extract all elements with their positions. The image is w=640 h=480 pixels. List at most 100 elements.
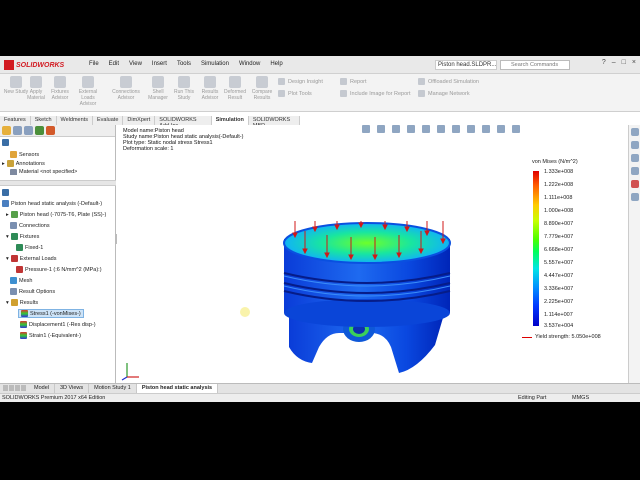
tree-study[interactable]: Piston head static analysis (-Default-) xyxy=(2,200,102,207)
tab-model[interactable]: Model xyxy=(29,384,55,393)
menu-edit[interactable]: Edit xyxy=(104,61,124,67)
panel-splitter[interactable] xyxy=(0,180,116,186)
status-bar: SOLIDWORKS Premium 2017 x64 Edition Edit… xyxy=(0,393,640,402)
tree-annotations[interactable]: ▸ Annotations xyxy=(2,160,45,167)
compare-icon xyxy=(256,76,268,88)
report-button[interactable]: Report xyxy=(340,78,367,85)
fixtures-advisor-button[interactable]: Fixtures Advisor xyxy=(46,76,74,101)
close-button[interactable]: × xyxy=(632,59,636,66)
section-view-icon[interactable] xyxy=(407,125,415,133)
shell-manager-button[interactable]: Shell Manager xyxy=(144,76,172,101)
tab-static-analysis[interactable]: Piston head static analysis xyxy=(136,384,219,393)
tree-material[interactable]: Material <not specified> xyxy=(10,169,77,175)
edit-appearance-icon[interactable] xyxy=(467,125,475,133)
shell-icon xyxy=(152,76,164,88)
tab-sketch[interactable]: Sketch xyxy=(30,116,57,125)
tab-features[interactable]: Features xyxy=(0,116,31,125)
display-style-icon[interactable] xyxy=(437,125,445,133)
help-button[interactable]: ? xyxy=(602,59,606,66)
menu-window[interactable]: Window xyxy=(234,61,265,67)
zoom-area-icon[interactable] xyxy=(377,125,385,133)
deformed-result-button[interactable]: Deformed Result xyxy=(221,76,249,101)
graphics-viewport[interactable]: Model name:Piston head Study name:Piston… xyxy=(117,125,625,383)
search-commands-input[interactable]: Search Commands xyxy=(500,60,570,70)
tree-fixed-1[interactable]: Fixed-1 xyxy=(16,244,43,251)
tree-strain1[interactable]: Strain1 (-Equivalent-) xyxy=(20,332,81,339)
menu-file[interactable]: File xyxy=(84,61,104,67)
zoom-fit-icon[interactable] xyxy=(362,125,370,133)
maximize-button[interactable]: □ xyxy=(622,59,626,66)
manage-network-button[interactable]: Manage Network xyxy=(418,90,470,97)
view-orientation-icon[interactable] xyxy=(422,125,430,133)
tree-sensors[interactable]: Sensors xyxy=(10,151,39,158)
hide-show-icon[interactable] xyxy=(452,125,460,133)
filter-icon[interactable] xyxy=(2,139,9,146)
tree-stress1[interactable]: Stress1 (-vonMises-) xyxy=(18,309,84,318)
connections-advisor-button[interactable]: Connections Advisor xyxy=(112,76,140,101)
previous-view-icon[interactable] xyxy=(392,125,400,133)
tree-pressure-1[interactable]: Pressure-1 (:6 N/mm^2 (MPa):) xyxy=(16,266,102,273)
tab-evaluate[interactable]: Evaluate xyxy=(92,116,124,125)
run-study-button[interactable]: Run This Study xyxy=(170,76,198,101)
tree-result-options[interactable]: Result Options xyxy=(10,288,55,295)
tree-results[interactable]: ▾ Results xyxy=(6,299,38,306)
dimxpert-icon[interactable] xyxy=(35,126,44,135)
home-icon[interactable] xyxy=(630,128,639,136)
solidworks-logo[interactable]: SOLIDWORKS xyxy=(4,59,64,71)
legend-value: 1.222e+008 xyxy=(544,182,574,188)
menu-tools[interactable]: Tools xyxy=(172,61,196,67)
panel-tabs xyxy=(0,125,115,137)
plot-tools-button[interactable]: Plot Tools xyxy=(278,90,312,97)
document-name[interactable]: Piston head.SLDPR... xyxy=(435,60,497,70)
view-settings-icon[interactable] xyxy=(497,125,505,133)
tab-3d-views[interactable]: 3D Views xyxy=(55,384,90,393)
include-image-button[interactable]: Include Image for Report xyxy=(340,90,411,97)
tree-fixtures[interactable]: ▾ Fixtures xyxy=(6,233,39,240)
tree-connections[interactable]: Connections xyxy=(10,222,50,229)
piston-stress-model[interactable] xyxy=(267,221,467,391)
legend-value: 2.225e+007 xyxy=(544,299,574,305)
tab-dimxpert[interactable]: DimXpert xyxy=(123,116,156,125)
tab-motion-study-1[interactable]: Motion Study 1 xyxy=(89,384,137,393)
menu-insert[interactable]: Insert xyxy=(147,61,172,67)
legend-value: 5.557e+007 xyxy=(544,260,574,266)
compare-results-button[interactable]: Compare Results xyxy=(248,76,276,101)
tab-weldments[interactable]: Weldments xyxy=(56,116,93,125)
tab-addins[interactable]: SOLIDWORKS Add-Ins xyxy=(155,116,212,129)
custom-properties-icon[interactable] xyxy=(630,193,639,201)
tree-displacement1[interactable]: Displacement1 (-Res disp-) xyxy=(20,321,96,328)
tab-simulation[interactable]: Simulation xyxy=(211,116,249,125)
appearances-icon[interactable] xyxy=(630,180,639,188)
stress-legend[interactable]: von Mises (N/m^2) 1.333e+008 1.222e+008 … xyxy=(522,159,622,340)
stress-plot-icon xyxy=(21,310,28,317)
tree-mesh[interactable]: Mesh xyxy=(10,277,32,284)
insight-icon xyxy=(278,78,285,85)
menu-simulation[interactable]: Simulation xyxy=(196,61,234,67)
bottom-tabs: Model 3D Views Motion Study 1 Piston hea… xyxy=(0,383,640,393)
display-pane-icon[interactable] xyxy=(512,125,520,133)
menu-help[interactable]: Help xyxy=(265,61,287,67)
yield-strength-text: Yield strength: 5.050e+008 xyxy=(535,334,601,340)
feature-tree-icon[interactable] xyxy=(2,126,11,135)
scene-icon[interactable] xyxy=(482,125,490,133)
minimize-button[interactable]: – xyxy=(612,59,616,66)
unit-system[interactable]: MMGS xyxy=(572,395,589,401)
plot-info: Model name:Piston head Study name:Piston… xyxy=(123,128,243,152)
tree-external-loads[interactable]: ▾ External Loads xyxy=(6,255,56,262)
external-loads-advisor-button[interactable]: External Loads Advisor xyxy=(74,76,102,107)
legend-value: 6.668e+007 xyxy=(544,247,574,253)
resources-icon[interactable] xyxy=(630,141,639,149)
property-manager-icon[interactable] xyxy=(13,126,22,135)
tab-mbd[interactable]: SOLIDWORKS MBD xyxy=(248,116,300,129)
file-explorer-icon[interactable] xyxy=(630,167,639,175)
display-manager-icon[interactable] xyxy=(46,126,55,135)
config-manager-icon[interactable] xyxy=(24,126,33,135)
results-advisor-button[interactable]: Results Advisor xyxy=(196,76,224,101)
tab-scroll-arrows[interactable] xyxy=(0,384,29,393)
design-insight-button[interactable]: Design Insight xyxy=(278,78,323,85)
tree-part[interactable]: ▸ Piston head (-7075-T6, Plate (SS)-) xyxy=(6,211,106,218)
offloaded-simulation-button[interactable]: Offloaded Simulation xyxy=(418,78,479,85)
menu-view[interactable]: View xyxy=(124,61,147,67)
simulation-filter-icon[interactable] xyxy=(2,189,9,196)
design-library-icon[interactable] xyxy=(630,154,639,162)
